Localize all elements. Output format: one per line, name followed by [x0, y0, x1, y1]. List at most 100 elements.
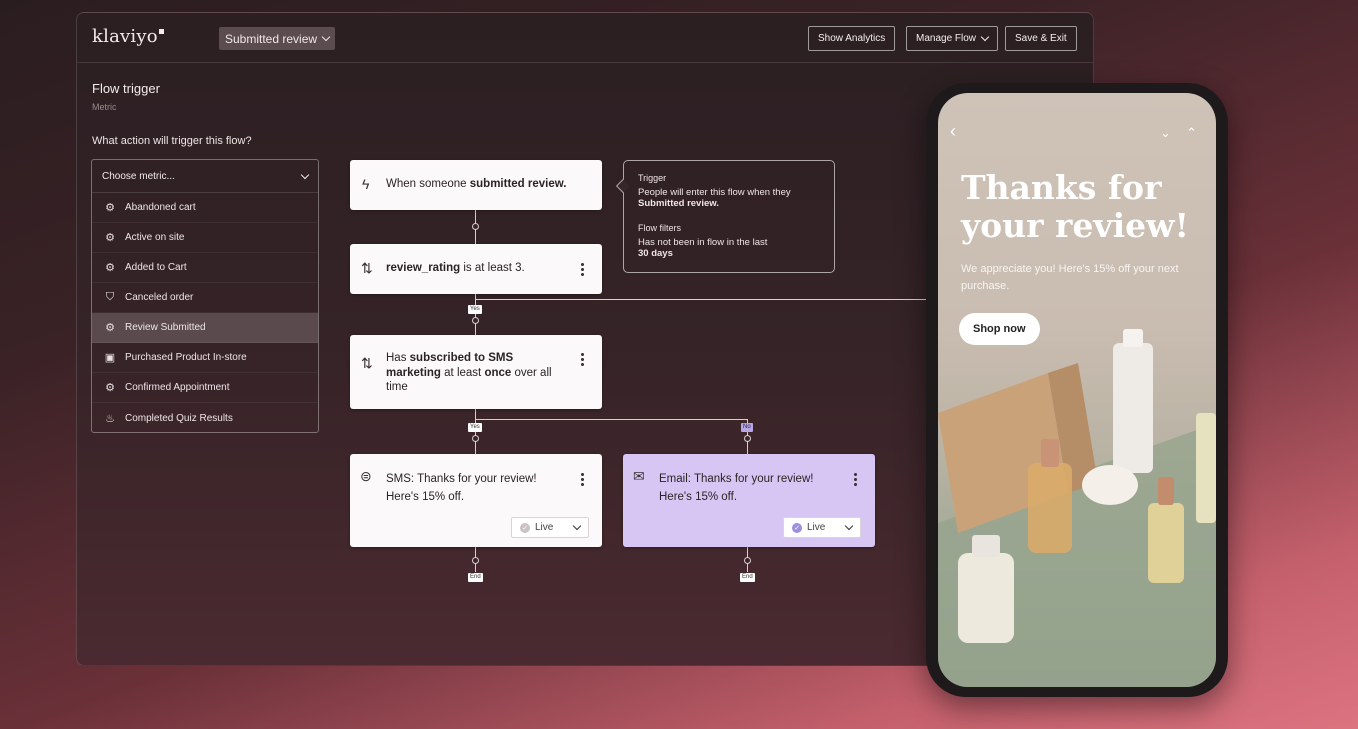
split-node-text: review_rating is at least 3. — [386, 261, 525, 276]
phone-preview: ‹ ⌄ ⌃ Thanks for your review! We appreci… — [926, 83, 1228, 697]
logo-flag-icon — [158, 29, 164, 34]
metric-option[interactable]: ⚙ Active on site — [92, 223, 318, 253]
section-subtitle: Metric — [92, 102, 117, 112]
trigger-prefix: When someone — [386, 178, 470, 190]
filters-text: Has not been in flow in the last — [638, 237, 768, 248]
split-icon: ⇅ — [361, 260, 373, 276]
gear-icon: ⚙ — [105, 202, 115, 214]
more-options-icon[interactable] — [581, 353, 584, 368]
split-bold: review_rating — [386, 262, 461, 274]
metric-option[interactable]: ♨ Completed Quiz Results — [92, 403, 318, 432]
split-node-text: Has subscribed to SMS marketing at least… — [386, 351, 556, 395]
trigger-node[interactable]: ϟ When someone submitted review. — [350, 160, 602, 210]
filters-bold-text: 30 days — [638, 248, 673, 259]
trigger-text: People will enter this flow when they — [638, 187, 791, 198]
back-arrow-icon[interactable]: ‹ — [950, 121, 956, 142]
connector-node — [472, 317, 479, 324]
more-options-icon[interactable] — [581, 473, 584, 488]
end-tag: End — [468, 573, 483, 582]
more-options-icon[interactable] — [581, 263, 584, 278]
chevron-down-icon[interactable]: ⌄ — [1160, 125, 1171, 141]
metric-option[interactable]: ⚙ Added to Cart — [92, 253, 318, 283]
metric-option-label: Active on site — [125, 232, 185, 243]
connector-node — [472, 435, 479, 442]
connector-line — [475, 419, 747, 420]
chevron-up-icon[interactable]: ⌃ — [1186, 125, 1197, 141]
flow-name-dropdown[interactable]: Submitted review — [219, 27, 336, 50]
filters-label: Flow filters — [638, 223, 682, 233]
top-bar: klaviyo Submitted review Show Analytics … — [77, 13, 1093, 63]
metric-option[interactable]: ⚙ Confirmed Appointment — [92, 373, 318, 403]
logo-text: klaviyo — [92, 26, 158, 47]
conditional-split-node[interactable]: ⇅ Has subscribed to SMS marketing at lea… — [350, 335, 602, 409]
gear-icon: ⚙ — [105, 382, 115, 394]
split-suffix: is at least 3. — [460, 262, 525, 274]
chevron-down-icon — [321, 32, 331, 42]
lightning-icon: ϟ — [362, 176, 370, 192]
conditional-split-node[interactable]: ⇅ review_rating is at least 3. — [350, 244, 602, 294]
klaviyo-logo[interactable]: klaviyo — [92, 26, 164, 47]
status-dropdown[interactable]: ✓ Live — [511, 517, 589, 538]
split-prefix: Has — [386, 352, 410, 364]
connector-node — [744, 435, 751, 442]
message-icon: ⊜ — [360, 468, 372, 484]
sms-action-node[interactable]: ⊜ SMS: Thanks for your review! Here's 15… — [350, 454, 602, 547]
email-action-node[interactable]: ✉ Email: Thanks for your review! Here's … — [623, 454, 875, 547]
envelope-icon: ✉ — [633, 468, 645, 484]
trigger-label: Trigger — [638, 173, 667, 183]
trigger-node-text: When someone submitted review. — [386, 177, 566, 192]
save-exit-button[interactable]: Save & Exit — [1005, 26, 1077, 51]
show-analytics-label: Show Analytics — [818, 33, 886, 44]
shopify-bag-icon: ⛉ — [105, 291, 115, 303]
metric-select[interactable]: Choose metric... — [92, 160, 318, 193]
email-node-text: Email: Thanks for your review! Here's 15… — [659, 473, 814, 503]
trigger-question: What action will trigger this flow? — [92, 135, 252, 147]
connector-node — [744, 557, 751, 564]
metric-option-label: Review Submitted — [125, 322, 206, 333]
save-exit-label: Save & Exit — [1015, 33, 1067, 44]
status-label: Live — [535, 522, 554, 533]
gear-icon: ⚙ — [105, 262, 115, 274]
phone-subtext: We appreciate you! Here's 15% off your n… — [961, 263, 1179, 292]
metric-option-label: Purchased Product In-store — [125, 352, 247, 363]
gear-icon: ⚙ — [105, 322, 115, 334]
metric-option[interactable]: ▣ Purchased Product In-store — [92, 343, 318, 373]
metric-option-label: Completed Quiz Results — [125, 412, 233, 424]
metric-placeholder: Choose metric... — [102, 170, 175, 182]
status-label: Live — [807, 522, 826, 533]
metric-option-label: Abandoned cart — [125, 202, 196, 213]
status-dropdown[interactable]: ✓ Live — [783, 517, 861, 538]
check-icon: ✓ — [792, 522, 802, 533]
metric-option-label: Added to Cart — [125, 262, 187, 273]
phone-screen: ‹ ⌄ ⌃ Thanks for your review! We appreci… — [938, 93, 1216, 687]
metric-option-label: Confirmed Appointment — [125, 382, 230, 393]
connector-line — [475, 299, 927, 300]
metric-option-selected[interactable]: ⚙ Review Submitted — [92, 313, 318, 343]
chevron-down-icon — [844, 521, 854, 531]
connector-node — [472, 557, 479, 564]
chevron-down-icon — [300, 170, 310, 179]
chevron-down-icon — [572, 521, 582, 531]
trigger-bold-text: Submitted review. — [638, 198, 719, 209]
flame-icon: ♨ — [105, 412, 115, 425]
no-tag: No — [741, 423, 753, 432]
square-store-icon: ▣ — [104, 352, 116, 364]
yes-tag: Yes — [468, 423, 482, 432]
metric-dropdown: Choose metric... ⚙ Abandoned cart ⚙ Acti… — [91, 159, 319, 433]
split-icon: ⇅ — [361, 355, 373, 371]
shop-now-button[interactable]: Shop now — [959, 313, 1040, 345]
more-options-icon[interactable] — [854, 473, 857, 488]
trigger-bold: submitted review. — [469, 178, 567, 190]
metric-option[interactable]: ⚙ Abandoned cart — [92, 193, 318, 223]
manage-flow-button[interactable]: Manage Flow — [906, 26, 999, 51]
check-icon: ✓ — [520, 522, 530, 533]
gear-icon: ⚙ — [105, 232, 115, 244]
sms-node-text: SMS: Thanks for your review! Here's 15% … — [386, 473, 537, 503]
metric-option[interactable]: ⛉ Canceled order — [92, 283, 318, 313]
metric-option-label: Canceled order — [125, 292, 194, 303]
yes-tag: Yes — [468, 305, 482, 314]
flow-name-label: Submitted review — [225, 31, 318, 46]
split-bold: once — [484, 366, 512, 379]
section-title: Flow trigger — [92, 81, 160, 96]
show-analytics-button[interactable]: Show Analytics — [808, 26, 896, 51]
